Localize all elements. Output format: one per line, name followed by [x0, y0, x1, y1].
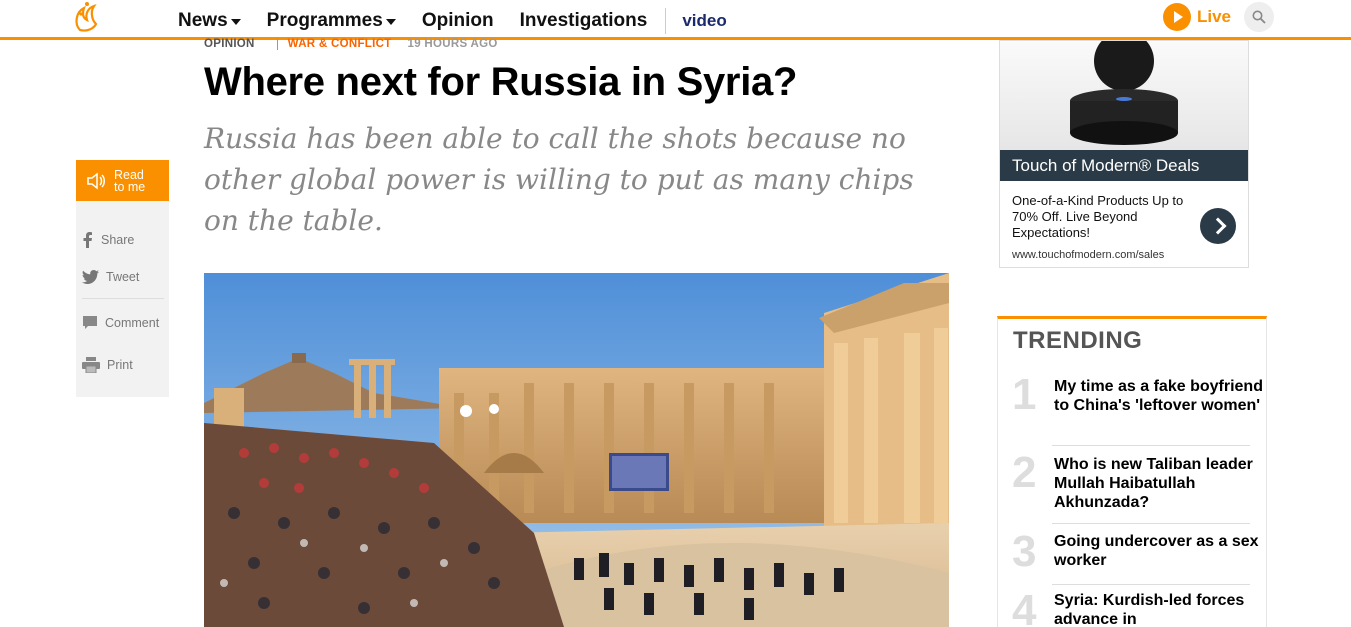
- ad-description: One-of-a-Kind Products Up to 70% Off. Li…: [1012, 193, 1184, 240]
- trending-rank: 2: [1012, 448, 1037, 497]
- ad-image: [1000, 41, 1248, 150]
- article-headline: Where next for Russia in Syria?: [204, 60, 798, 104]
- trending-headline[interactable]: Who is new Taliban leader Mullah Haibatu…: [1054, 455, 1264, 512]
- top-navigation-bar: News Programmes Opinion Investigations v…: [0, 0, 1351, 40]
- twitter-icon: [82, 270, 99, 284]
- nav-opinion[interactable]: Opinion: [422, 10, 494, 32]
- nav-programmes-label: Programmes: [266, 10, 383, 31]
- chevron-down-icon: [230, 19, 241, 25]
- trending-panel: TRENDING 1 My time as a fake boyfriend t…: [997, 316, 1267, 627]
- trending-title: TRENDING: [1013, 327, 1143, 354]
- category-label[interactable]: OPINION: [204, 38, 255, 50]
- trending-headline[interactable]: My time as a fake boyfriend to China's '…: [1054, 377, 1264, 415]
- nav-investigations[interactable]: Investigations: [520, 10, 648, 32]
- main-nav: News Programmes Opinion Investigations v…: [178, 8, 727, 34]
- read-to-me-button[interactable]: Read to me: [76, 160, 169, 201]
- live-button[interactable]: Live: [1163, 3, 1231, 31]
- rail-divider: [82, 298, 164, 299]
- comment-label: Comment: [105, 315, 160, 330]
- chevron-down-icon: [385, 19, 396, 25]
- article-standfirst: Russia has been able to call the shots b…: [204, 122, 914, 237]
- facebook-icon: [83, 232, 92, 248]
- article-hero-image[interactable]: [204, 273, 949, 627]
- comment-icon: [83, 316, 97, 329]
- nav-divider: [665, 8, 667, 34]
- article-meta: OPINION WAR & CONFLICT 19 HOURS AGO: [204, 38, 498, 50]
- trending-rank: 1: [1012, 370, 1037, 419]
- nav-news-label: News: [178, 10, 228, 31]
- ad-title[interactable]: Touch of Modern® Deals: [1000, 150, 1248, 181]
- social-share-rail: Read to me Share Tweet Comment Print: [76, 160, 169, 397]
- chevron-right-icon[interactable]: [1200, 208, 1236, 244]
- read-label: Read: [114, 167, 144, 182]
- print-label: Print: [107, 358, 133, 372]
- ad-url[interactable]: www.touchofmodern.com/sales: [1012, 249, 1164, 261]
- trending-headline[interactable]: Syria: Kurdish-led forces advance in: [1054, 591, 1264, 627]
- print-button[interactable]: Print: [82, 357, 133, 373]
- trending-divider: [1052, 445, 1250, 446]
- play-icon: [1163, 3, 1191, 31]
- trending-rank: 4: [1012, 586, 1037, 627]
- trending-divider: [1052, 584, 1250, 585]
- share-label: Share: [101, 233, 135, 247]
- search-button[interactable]: [1244, 2, 1274, 32]
- nav-programmes[interactable]: Programmes: [267, 10, 396, 32]
- nav-news[interactable]: News: [178, 10, 241, 32]
- printer-icon: [82, 357, 100, 373]
- topic-label[interactable]: WAR & CONFLICT: [288, 38, 392, 50]
- search-icon: [1252, 10, 1266, 24]
- trending-divider: [1052, 523, 1250, 524]
- meta-divider: [276, 38, 278, 50]
- published-time: 19 HOURS AGO: [407, 38, 498, 50]
- tweet-label: Tweet: [106, 270, 140, 284]
- share-button[interactable]: Share: [82, 232, 134, 248]
- nav-video[interactable]: video: [682, 11, 726, 31]
- aljazeera-logo-icon[interactable]: [70, 0, 104, 34]
- nav-opinion-label: Opinion: [421, 10, 494, 31]
- live-label: Live: [1197, 7, 1232, 26]
- advertisement[interactable]: Touch of Modern® Deals One-of-a-Kind Pro…: [999, 40, 1249, 268]
- speaker-icon: [87, 171, 105, 190]
- comment-button[interactable]: Comment: [82, 315, 159, 330]
- tweet-button[interactable]: Tweet: [82, 270, 139, 284]
- trending-headline[interactable]: Going undercover as a sex worker: [1054, 532, 1264, 570]
- nav-investigations-label: Investigations: [519, 10, 648, 31]
- trending-rank: 3: [1012, 527, 1037, 576]
- to-me-label: to me: [114, 179, 146, 194]
